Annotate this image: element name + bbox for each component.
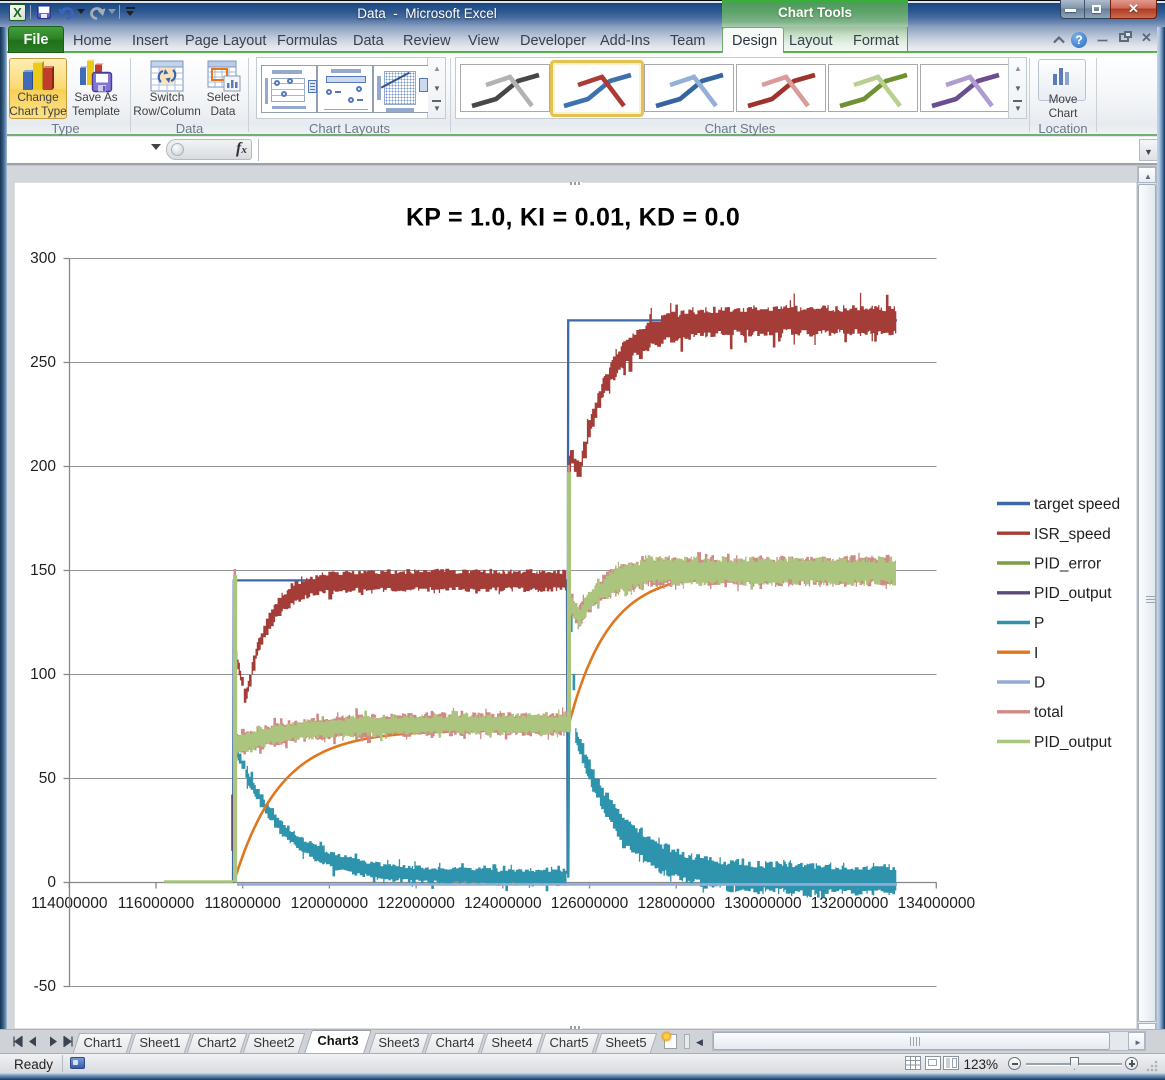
svg-text:122000000: 122000000 — [377, 895, 455, 912]
svg-text:300: 300 — [30, 250, 56, 267]
svg-text:118000000: 118000000 — [204, 895, 281, 912]
svg-text:ISR_speed: ISR_speed — [1034, 526, 1111, 543]
svg-text:total: total — [1034, 704, 1063, 721]
svg-text:P: P — [1034, 615, 1044, 632]
svg-text:134000000: 134000000 — [898, 895, 976, 912]
svg-text:-50: -50 — [34, 978, 57, 995]
svg-text:I: I — [1034, 645, 1038, 662]
svg-text:100: 100 — [30, 666, 56, 683]
svg-text:PID_output: PID_output — [1034, 585, 1112, 602]
svg-text:PID_output: PID_output — [1034, 734, 1112, 751]
svg-text:126000000: 126000000 — [551, 895, 629, 912]
svg-text:PID_error: PID_error — [1034, 556, 1101, 573]
svg-text:120000000: 120000000 — [291, 895, 369, 912]
svg-text:KP = 1.0, KI = 0.01, KD = 0.0: KP = 1.0, KI = 0.01, KD = 0.0 — [406, 204, 740, 232]
svg-text:128000000: 128000000 — [637, 895, 715, 912]
svg-text:D: D — [1034, 675, 1045, 692]
svg-text:0: 0 — [47, 874, 56, 891]
svg-text:250: 250 — [30, 354, 56, 371]
svg-text:target speed: target speed — [1034, 496, 1120, 513]
svg-text:130000000: 130000000 — [724, 895, 802, 912]
svg-text:150: 150 — [30, 562, 56, 579]
svg-text:116000000: 116000000 — [118, 895, 195, 912]
svg-text:50: 50 — [39, 770, 57, 787]
svg-text:200: 200 — [30, 458, 56, 475]
svg-text:124000000: 124000000 — [464, 895, 542, 912]
